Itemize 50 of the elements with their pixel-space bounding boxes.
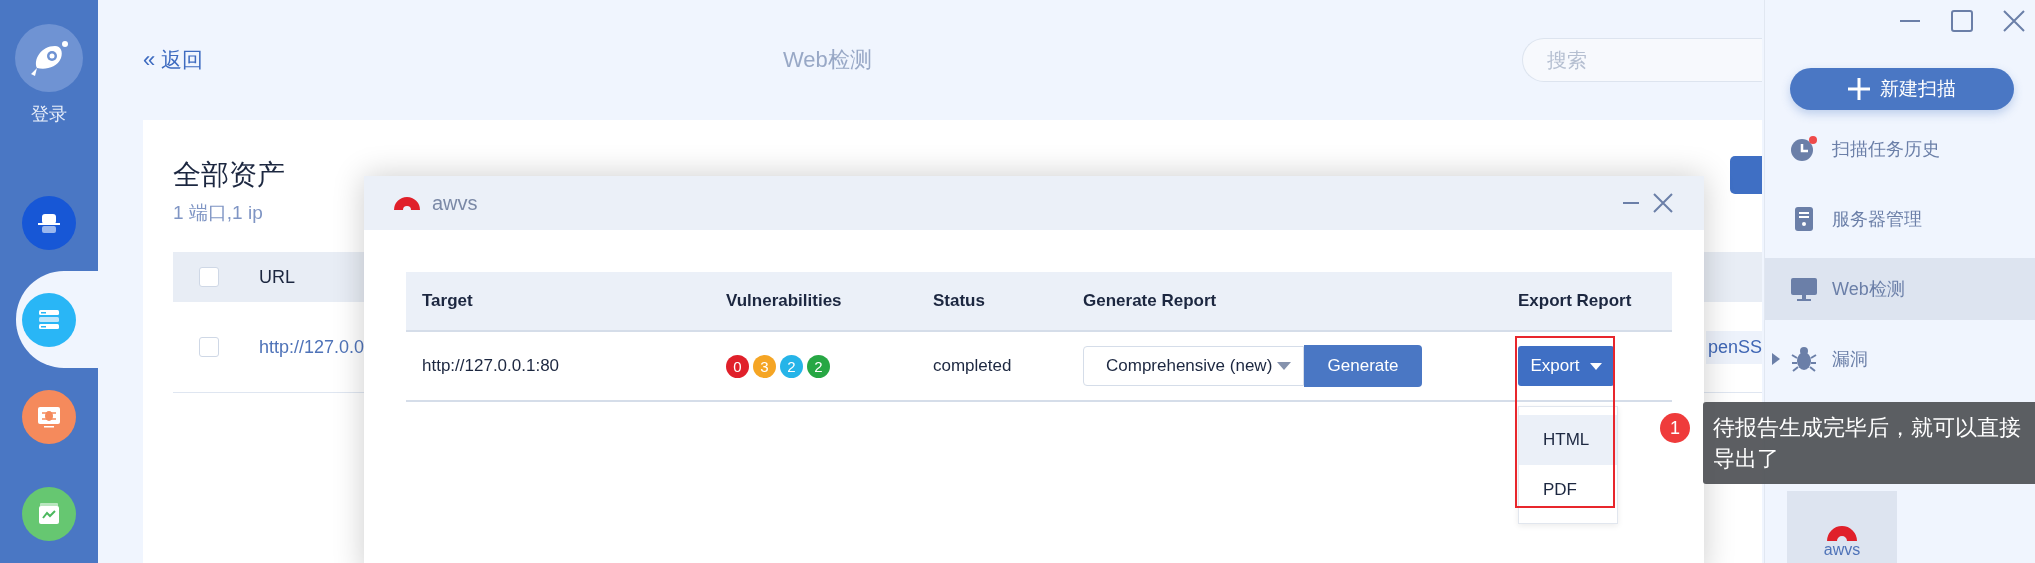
sidebar-item[interactable]: 服务器管理 (1765, 188, 2035, 250)
generate-button[interactable]: Generate (1304, 345, 1422, 387)
column-header: Vulnerabilities (725, 290, 843, 312)
monitor-icon (1790, 275, 1818, 303)
nav-icon[interactable] (22, 486, 76, 541)
menu-item[interactable]: HTML (1519, 415, 1617, 465)
close-icon[interactable] (2003, 10, 2025, 32)
plus-icon (1848, 78, 1870, 100)
count-badge: 2 (807, 354, 830, 378)
new-scan-button[interactable]: 新建扫描 (1790, 68, 2014, 110)
back-link[interactable]: « 返回 (143, 46, 204, 74)
sidebar-item[interactable]: 漏洞 (1765, 328, 2035, 390)
count-badge: 3 (753, 354, 776, 378)
close-icon[interactable] (1652, 192, 1674, 214)
caret-icon (1277, 362, 1291, 370)
select-all-checkbox[interactable] (199, 267, 219, 287)
expand-icon[interactable] (1771, 353, 1781, 365)
tag: penSS (1705, 330, 1762, 364)
url-link[interactable]: http://127.0.0 (259, 336, 365, 358)
sidebar-item[interactable]: 扫描任务历史 (1765, 118, 2035, 180)
export-button[interactable]: Export (1518, 346, 1614, 386)
target-cell-text: http://127.0.0.1:80 (421, 355, 561, 377)
bug-icon (1790, 345, 1818, 373)
caret-icon (1589, 362, 1602, 370)
column-header: Target (421, 290, 474, 312)
assets-count: 1 端口,1 ip (173, 201, 264, 225)
sidebar-item[interactable]: Web检测 (1765, 258, 2035, 320)
page-title: Web检测 (783, 46, 872, 74)
dialog-title: awvs (432, 191, 478, 215)
app-tile[interactable]: awvs (1787, 491, 1897, 563)
nav-icon[interactable] (22, 389, 76, 444)
report-type-select[interactable]: Comprehensive (new) (1083, 346, 1304, 386)
assets-title: 全部资产 (173, 158, 285, 192)
column-header: Status (932, 290, 986, 312)
column-header: URL (259, 266, 295, 288)
nav-icon[interactable] (22, 195, 76, 250)
clock-icon (1790, 135, 1818, 163)
column-header: Generate Report (1082, 290, 1218, 312)
login-link[interactable]: 登录 (31, 102, 67, 126)
menu-item[interactable]: PDF (1519, 465, 1617, 515)
column-header: Export Report (1517, 290, 1633, 312)
search-field[interactable]: 搜索 (1522, 38, 1762, 82)
awvs-logo-icon (394, 196, 420, 210)
awvs-logo-icon (1827, 526, 1857, 541)
count-badge: 2 (780, 354, 803, 378)
row-checkbox[interactable] (199, 337, 219, 357)
maximize-icon[interactable] (1951, 10, 1973, 32)
status-cell-text: completed (932, 355, 1013, 377)
count-badge: 0 (726, 354, 749, 378)
tooltip: 待报告生成完毕后，就可以直接导出了 (1703, 402, 2035, 484)
